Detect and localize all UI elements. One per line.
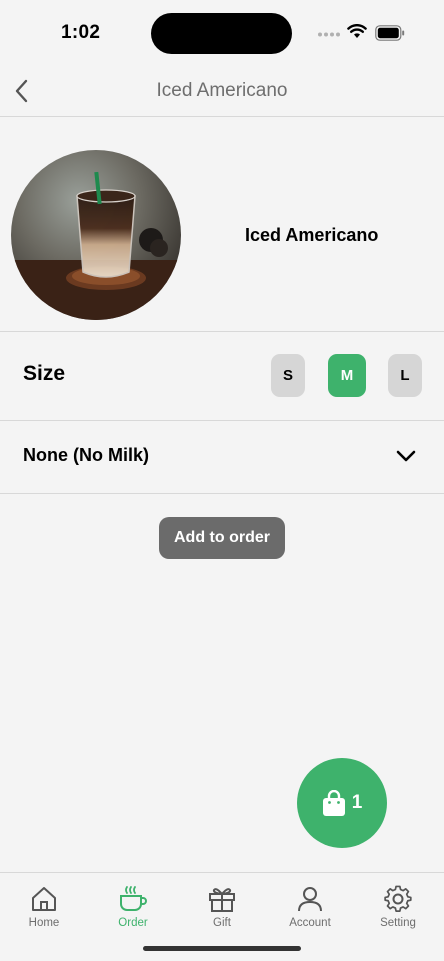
gift-icon: [209, 888, 235, 912]
status-bar: 1:02: [0, 0, 444, 60]
shopping-bag-icon: [322, 790, 345, 816]
tab-account[interactable]: Account: [270, 885, 350, 929]
product-image: [11, 150, 181, 320]
size-label: Size: [23, 362, 66, 385]
milk-dropdown[interactable]: None (No Milk): [0, 421, 444, 494]
chevron-down-icon: [396, 450, 416, 462]
home-icon: [32, 887, 56, 911]
tab-account-label: Account: [289, 917, 331, 929]
cart-count: 1: [351, 792, 363, 813]
product-name: Iced Americano: [245, 225, 379, 245]
tab-gift-label: Gift: [213, 917, 231, 929]
size-selector: Size S M L: [0, 332, 444, 421]
milk-selected-value: None (No Milk): [23, 445, 149, 465]
size-small-button[interactable]: S: [271, 354, 305, 397]
tab-gift[interactable]: Gift: [182, 885, 262, 929]
status-time: 1:02: [61, 22, 101, 43]
gear-icon: [384, 885, 412, 912]
tab-order-label: Order: [118, 917, 148, 929]
page-title: Iced Americano: [156, 80, 288, 101]
home-indicator: [143, 946, 301, 951]
tab-order[interactable]: Order: [93, 885, 173, 929]
dynamic-island: [151, 13, 292, 54]
add-to-order-button[interactable]: Add to order: [159, 517, 285, 559]
coffee-cup-icon: [120, 886, 147, 911]
size-large-button[interactable]: L: [388, 354, 422, 397]
tab-home[interactable]: Home: [4, 885, 84, 929]
wifi-icon: [347, 24, 367, 38]
tab-setting-label: Setting: [380, 917, 416, 929]
tab-setting[interactable]: Setting: [358, 885, 438, 929]
person-icon: [298, 887, 322, 912]
tab-home-label: Home: [28, 917, 60, 929]
product-section: Iced Americano: [0, 117, 444, 332]
size-medium-button[interactable]: M: [328, 354, 366, 397]
cellular-signal-icon: [318, 32, 340, 37]
nav-header: Iced Americano: [0, 64, 444, 117]
battery-icon: [375, 25, 405, 41]
cart-button[interactable]: 1: [297, 758, 387, 848]
